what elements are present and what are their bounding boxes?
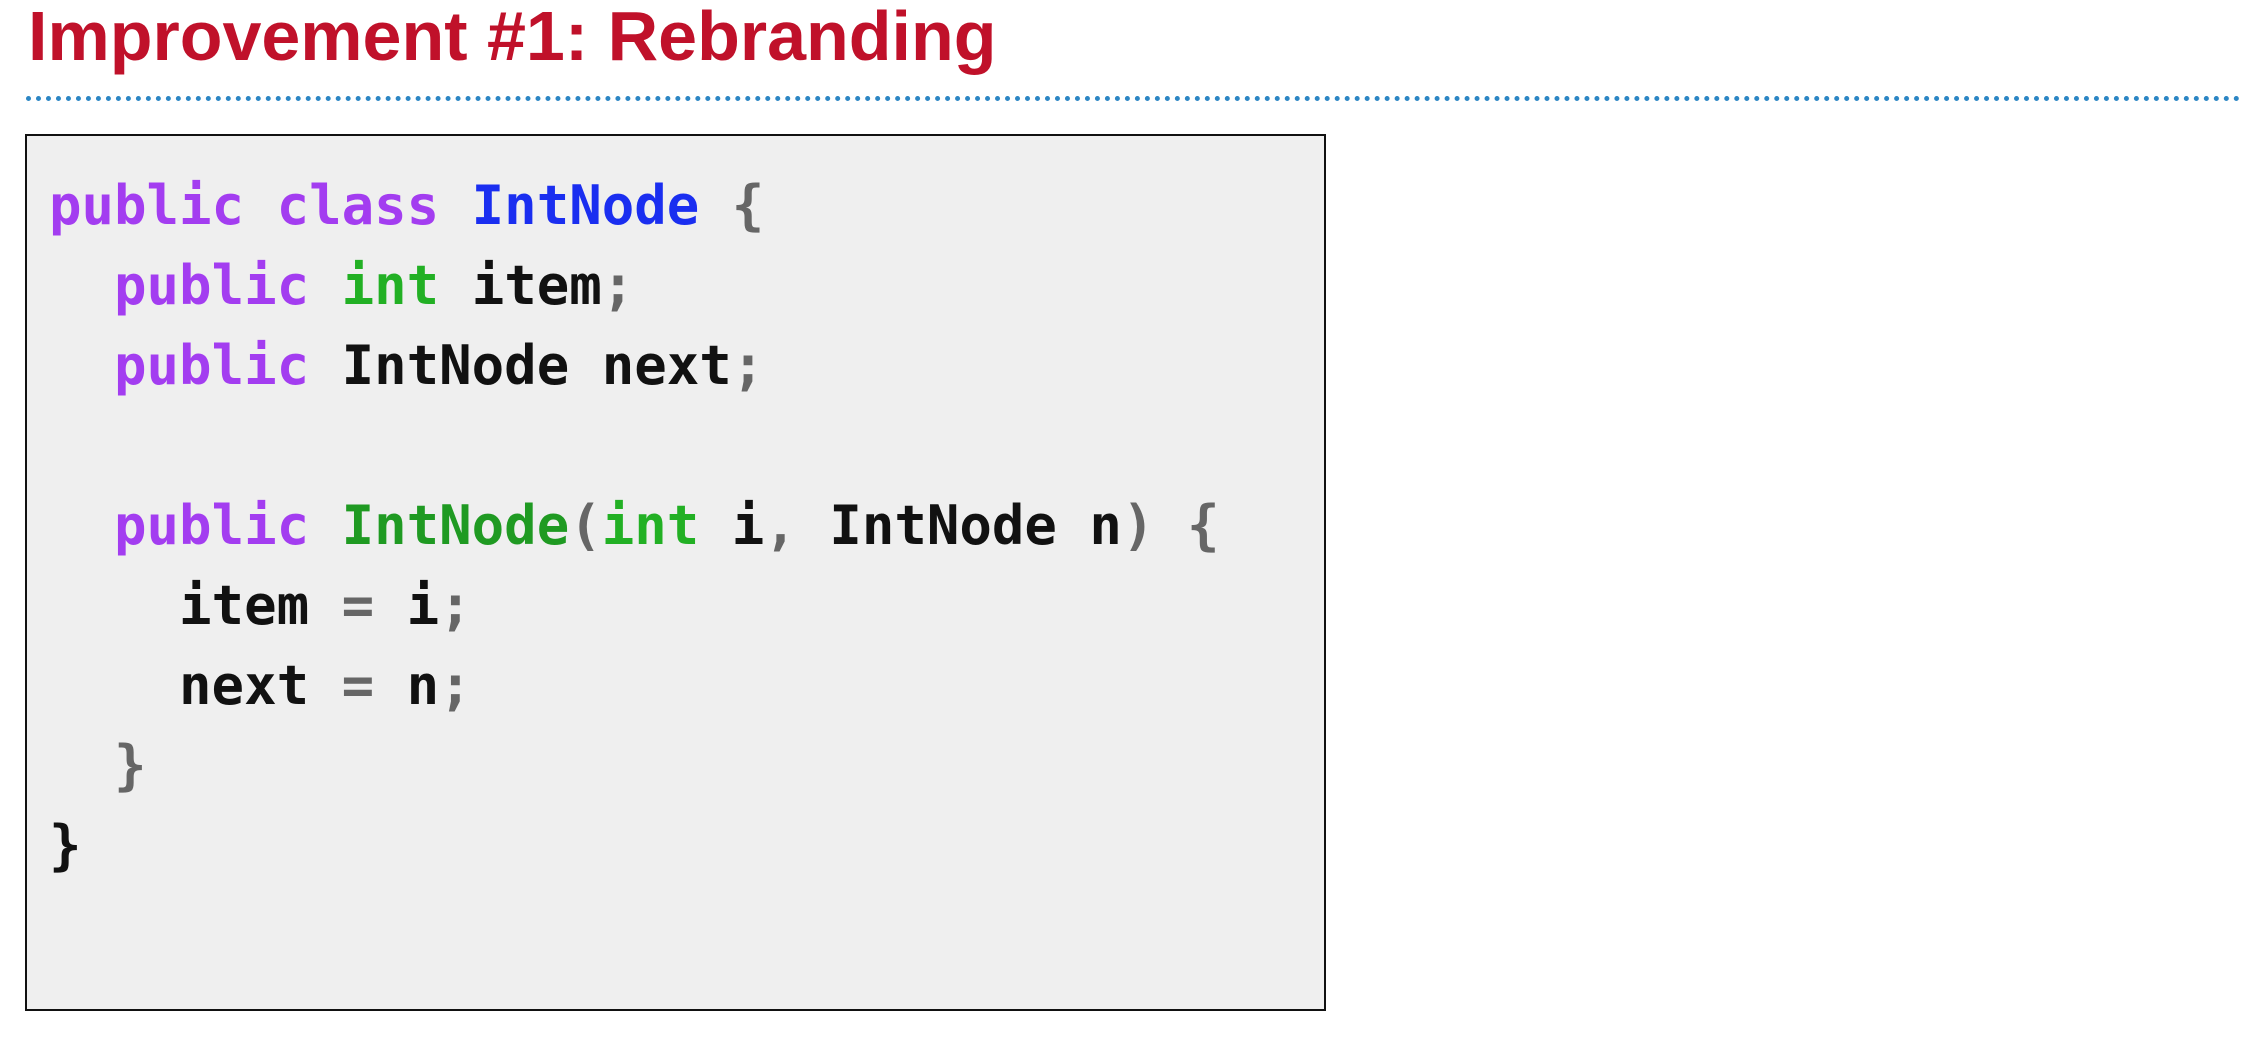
code-token-punctuation: { bbox=[731, 174, 765, 237]
code-token-identifier: } bbox=[49, 814, 82, 877]
code-token-punctuation: ; bbox=[601, 254, 635, 317]
code-line: public IntNode next; bbox=[49, 326, 1219, 406]
code-token-punctuation: { bbox=[1186, 494, 1220, 557]
code-token-type: int bbox=[341, 254, 440, 317]
code-line: item = i; bbox=[49, 566, 1219, 646]
code-token-punctuation: ( bbox=[569, 494, 602, 557]
code-token-punctuation: ; bbox=[731, 334, 765, 397]
code-line: } bbox=[49, 726, 1219, 806]
code-line: public int item; bbox=[49, 246, 1219, 326]
title-divider bbox=[26, 96, 2241, 101]
code-token-identifier: item bbox=[179, 574, 310, 637]
code-token-identifier: IntNode bbox=[829, 494, 1057, 557]
code-token-punctuation: } bbox=[114, 734, 147, 797]
code-token-keyword: class bbox=[276, 174, 440, 237]
code-token-type: int bbox=[601, 494, 700, 557]
code-token-identifier: next bbox=[179, 654, 310, 717]
code-block: public class IntNode { public int item; … bbox=[49, 166, 1219, 886]
code-line: } bbox=[49, 806, 1219, 886]
code-token-identifier: item bbox=[471, 254, 602, 317]
code-line: public IntNode(int i, IntNode n) { bbox=[49, 486, 1219, 566]
code-token-identifier: IntNode bbox=[341, 334, 570, 397]
code-token-keyword: public bbox=[114, 494, 310, 557]
code-token-keyword: public bbox=[49, 174, 245, 237]
code-token-identifier: i bbox=[406, 574, 440, 637]
code-token-identifier: n bbox=[406, 654, 440, 717]
code-token-keyword: public bbox=[114, 254, 310, 317]
code-token-punctuation: ; bbox=[439, 574, 472, 637]
code-token-identifier: n bbox=[1089, 494, 1122, 557]
code-line: next = n; bbox=[49, 646, 1219, 726]
slide-title: Improvement #1: Rebranding bbox=[28, 0, 997, 75]
code-token-punctuation: ) bbox=[1121, 494, 1155, 557]
code-token-class-name: IntNode bbox=[471, 174, 700, 237]
code-token-punctuation: = bbox=[341, 574, 375, 637]
code-box: public class IntNode { public int item; … bbox=[25, 134, 1326, 1011]
code-token-keyword: public bbox=[114, 334, 310, 397]
code-token-identifier: next bbox=[601, 334, 732, 397]
code-token-punctuation: = bbox=[341, 654, 375, 717]
code-line: public class IntNode { bbox=[49, 166, 1219, 246]
code-token-punctuation: ; bbox=[439, 654, 472, 717]
code-token-method-name: IntNode bbox=[341, 494, 570, 557]
code-token-punctuation: , bbox=[764, 494, 797, 557]
code-token-identifier: i bbox=[731, 494, 765, 557]
